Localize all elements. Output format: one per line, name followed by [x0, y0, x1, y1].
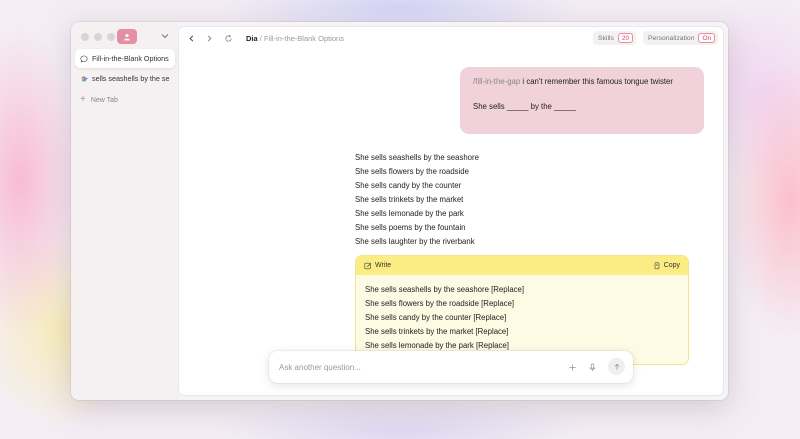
response-line: She sells seashells by the seashore: [355, 153, 479, 162]
skills-count-badge: 20: [617, 33, 634, 43]
reload-button[interactable]: [223, 33, 234, 44]
browser-window: Fill-in-the-Blank Options sells seashell…: [71, 22, 728, 400]
write-line: She sells seashells by the seashore [Rep…: [365, 285, 525, 294]
response-line: She sells poems by the fountain: [355, 223, 466, 232]
close-window-button[interactable]: [81, 33, 89, 41]
response-line: She sells candy by the counter: [355, 181, 462, 190]
breadcrumb: Dia / Fill-in-the-Blank Options: [246, 34, 344, 43]
assistant-response: She sells seashells by the seashore She …: [355, 151, 479, 249]
skills-button[interactable]: Skills 20: [593, 31, 637, 45]
breadcrumb-app[interactable]: Dia: [246, 34, 258, 43]
chevron-left-icon: [189, 35, 194, 42]
write-line: She sells trinkets by the market [Replac…: [365, 327, 509, 336]
main-content: Dia / Fill-in-the-Blank Options Skills 2…: [178, 26, 724, 396]
edit-icon: [364, 262, 372, 269]
prompt-text: i can't remember this famous tongue twis…: [520, 77, 673, 86]
personalization-toggle[interactable]: Personalization On: [643, 31, 719, 45]
skills-label: Skills: [598, 34, 614, 42]
google-icon: [80, 75, 88, 83]
write-card-header: Write Copy: [356, 256, 688, 275]
add-attachment-button[interactable]: [566, 361, 578, 373]
response-line: She sells laughter by the riverbank: [355, 237, 475, 246]
microphone-icon: [589, 363, 595, 371]
personalization-state-badge: On: [698, 33, 716, 43]
reload-icon: [225, 34, 232, 42]
new-tab-button[interactable]: + New Tab: [75, 92, 118, 108]
prompt-line: /fill-in-the-gap i can't remember this f…: [473, 77, 691, 86]
voice-input-button[interactable]: [586, 361, 598, 373]
sidebar-tab-fill-in-the-blank[interactable]: Fill-in-the-Blank Options: [75, 49, 175, 68]
copy-button[interactable]: Copy: [653, 261, 680, 270]
zoom-window-button[interactable]: [107, 33, 115, 41]
plus-icon: [568, 363, 576, 371]
sidebar: Fill-in-the-Blank Options sells seashell…: [71, 22, 178, 400]
ask-input[interactable]: [279, 359, 549, 375]
response-line: She sells flowers by the roadside: [355, 167, 469, 176]
chat-icon: [80, 55, 88, 63]
chevron-down-icon[interactable]: [160, 31, 170, 41]
write-line: She sells candy by the counter [Replace]: [365, 313, 507, 322]
sidebar-tab-label: Fill-in-the-Blank Options: [92, 54, 169, 63]
write-card-body[interactable]: She sells seashells by the seashore [Rep…: [356, 275, 688, 361]
plus-icon: +: [80, 94, 86, 105]
back-button[interactable]: [186, 33, 197, 44]
page-title: Fill-in-the-Blank Options: [263, 34, 344, 43]
sidebar-tab-label: sells seashells by the se: [92, 74, 170, 83]
write-title-group: Write: [364, 262, 391, 270]
ask-bar: [269, 351, 633, 383]
sidebar-tab-search[interactable]: sells seashells by the se: [75, 69, 175, 88]
profile-button[interactable]: [117, 29, 137, 44]
prompt-template: She sells _____ by the _____: [473, 102, 576, 112]
copy-icon: [654, 261, 659, 269]
write-card-title: Write: [375, 262, 392, 269]
forward-button[interactable]: [204, 33, 215, 44]
skill-command: /fill-in-the-gap: [473, 77, 521, 86]
user-prompt-bubble: /fill-in-the-gap i can't remember this f…: [460, 67, 704, 134]
toolbar: Dia / Fill-in-the-Blank Options Skills 2…: [179, 27, 723, 51]
write-line: She sells flowers by the roadside [Repla…: [365, 299, 515, 308]
person-icon: [123, 33, 131, 40]
breadcrumb-separator: /: [259, 34, 262, 43]
window-controls: [81, 33, 115, 41]
new-tab-label: New Tab: [90, 96, 118, 104]
chevron-right-icon: [207, 35, 212, 42]
response-line: She sells lemonade by the park: [355, 209, 464, 218]
send-button[interactable]: [608, 358, 625, 375]
minimize-window-button[interactable]: [94, 33, 102, 41]
copy-label: Copy: [663, 262, 680, 269]
arrow-up-icon: [613, 363, 620, 370]
response-line: She sells trinkets by the market: [355, 195, 464, 204]
personalization-label: Personalization: [648, 34, 695, 42]
write-card: Write Copy She sells seashells by the se…: [355, 255, 689, 365]
